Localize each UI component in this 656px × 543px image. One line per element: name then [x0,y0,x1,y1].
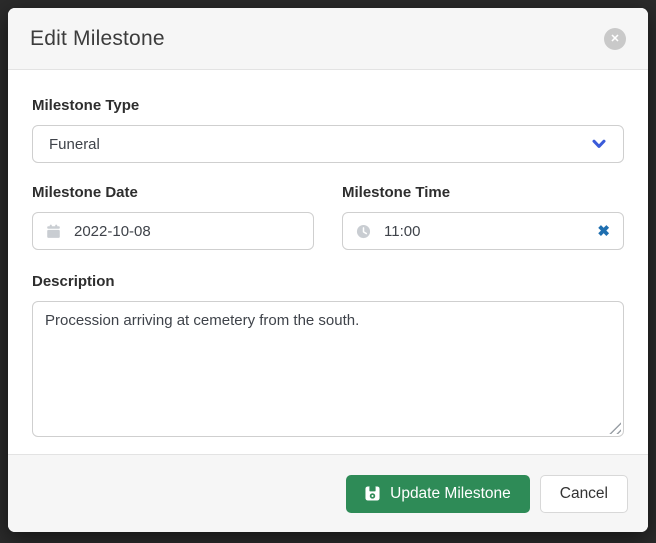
milestone-date-label: Milestone Date [32,183,314,202]
description-label: Description [32,272,624,291]
milestone-time-input[interactable]: 11:00 ✖ [342,212,624,250]
update-milestone-button[interactable]: Update Milestone [346,475,530,513]
milestone-type-select[interactable]: Funeral [32,125,624,163]
description-textarea-wrap: Procession arriving at cemetery from the… [32,301,624,437]
modal-footer: Update Milestone Cancel [8,454,648,532]
milestone-type-group: Milestone Type Funeral [32,96,624,163]
description-textarea[interactable]: Procession arriving at cemetery from the… [32,301,624,437]
description-group: Description Procession arriving at cemet… [32,272,624,437]
clock-icon [356,224,371,239]
milestone-date-group: Milestone Date 2022-10-08 [32,183,314,250]
date-time-row: Milestone Date 2022-10-08 [32,183,624,250]
clear-time-button[interactable]: ✖ [597,224,610,239]
chevron-down-icon [591,136,607,152]
milestone-time-group: Milestone Time 11:00 ✖ [342,183,624,250]
milestone-time-label: Milestone Time [342,183,624,202]
edit-milestone-modal: Edit Milestone ✕ Milestone Type Funeral [8,8,648,532]
update-milestone-label: Update Milestone [390,485,511,503]
calendar-icon [46,224,61,239]
x-circle-icon: ✕ [610,28,619,50]
milestone-type-label: Milestone Type [32,96,624,115]
x-clear-icon: ✖ [597,223,610,240]
milestone-date-input[interactable]: 2022-10-08 [32,212,314,250]
cancel-button[interactable]: Cancel [540,475,628,513]
milestone-date-value: 2022-10-08 [74,223,151,240]
save-icon [365,486,380,501]
milestone-time-value: 11:00 [384,223,584,240]
modal-body: Milestone Type Funeral Milestone Date [8,70,648,454]
cancel-label: Cancel [560,485,608,503]
close-button[interactable]: ✕ [604,28,626,50]
page-title: Edit Milestone [30,27,165,51]
milestone-type-value: Funeral [49,136,100,153]
modal-header: Edit Milestone ✕ [8,8,648,70]
